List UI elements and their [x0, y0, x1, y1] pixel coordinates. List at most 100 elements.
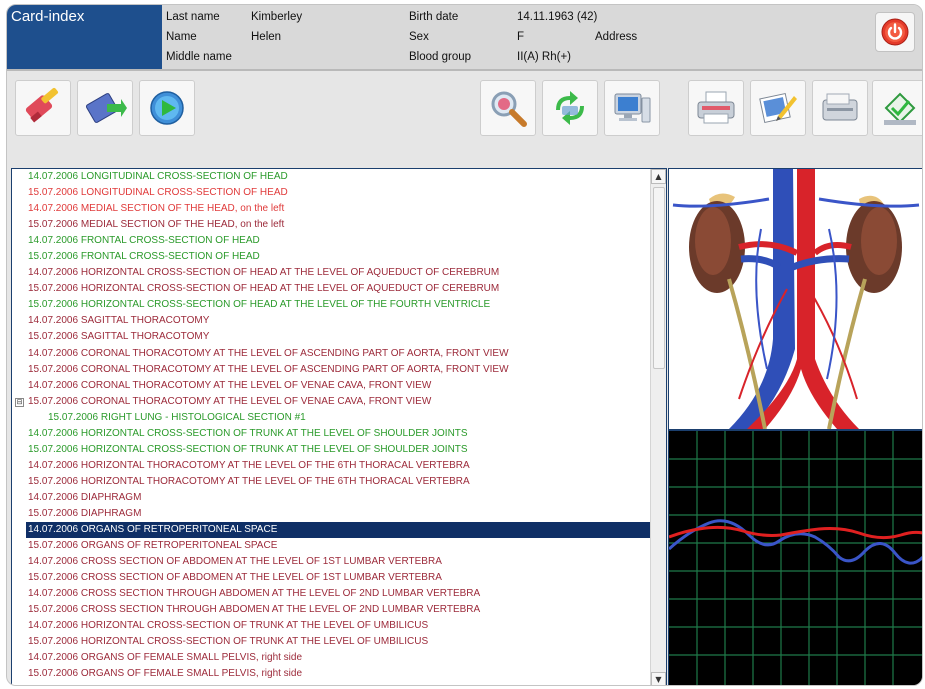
record-row-selected[interactable]: 14.07.2006 ORGANS OF RETROPERITONEAL SPA… — [26, 522, 650, 539]
record-row[interactable]: 15.07.2006 ORGANS OF RETROPERITONEAL SPA… — [12, 538, 650, 554]
record-date: 15.07.2006 — [48, 411, 99, 423]
sex-value: F — [517, 31, 525, 43]
record-title: ORGANS OF RETROPERITONEAL SPACE — [80, 524, 278, 536]
sync-button[interactable] — [542, 80, 598, 136]
record-title: MEDIAL SECTION OF THE HEAD, on the left — [80, 203, 285, 215]
record-row[interactable]: 14.07.2006 HORIZONTAL CROSS-SECTION OF T… — [12, 426, 650, 442]
record-title: HORIZONTAL CROSS-SECTION OF HEAD AT THE … — [80, 283, 500, 295]
record-date: 14.07.2006 — [28, 620, 79, 632]
exit-button[interactable] — [875, 12, 915, 52]
record-date: 14.07.2006 — [28, 315, 79, 327]
edit-image-button[interactable] — [750, 80, 806, 136]
record-row[interactable]: 15.07.2006 HORIZONTAL CROSS-SECTION OF H… — [12, 297, 650, 313]
record-date: 15.07.2006 — [28, 604, 79, 616]
scanner-icon — [822, 93, 858, 121]
play-button[interactable] — [139, 80, 195, 136]
waveform-graph — [668, 430, 922, 685]
record-date: 14.07.2006 — [28, 379, 79, 391]
scroll-thumb[interactable] — [653, 187, 665, 369]
edit-record-button[interactable] — [15, 80, 71, 136]
address-label: Address — [595, 31, 638, 43]
record-row[interactable]: 14.07.2006 SAGITTAL THORACOTOMY — [12, 313, 650, 329]
record-row[interactable]: 14.07.2006 MEDIAL SECTION OF THE HEAD, o… — [12, 201, 650, 217]
record-row[interactable]: 14.07.2006 CORONAL THORACOTOMY AT THE LE… — [12, 378, 650, 394]
record-row[interactable]: 15.07.2006 CROSS SECTION THROUGH ABDOMEN… — [12, 602, 650, 618]
record-row[interactable]: ⊟ 15.07.2006 CORONAL THORACOTOMY AT THE L… — [12, 394, 650, 410]
record-date: 15.07.2006 — [28, 507, 79, 519]
patient-info-panel: Last name Kimberley Name Helen Middle na… — [162, 5, 922, 69]
record-row[interactable]: 14.07.2006 LONGITUDINAL CROSS-SECTION OF… — [12, 169, 650, 185]
record-date: 14.07.2006 — [28, 588, 79, 600]
record-row[interactable]: 15.07.2006 LONGITUDINAL CROSS-SECTION OF… — [12, 185, 650, 201]
record-date: 14.07.2006 — [28, 427, 79, 439]
collapse-toggle-icon[interactable]: ⊟ — [15, 397, 24, 407]
record-title: HORIZONTAL CROSS-SECTION OF TRUNK AT THE… — [80, 620, 429, 632]
record-row[interactable]: 15.07.2006 RIGHT LUNG - HISTOLOGICAL SEC… — [12, 410, 650, 426]
record-row[interactable]: 15.07.2006 CORONAL THORACOTOMY AT THE LE… — [12, 362, 650, 378]
save-icon — [884, 92, 916, 125]
image-edit-icon — [759, 92, 797, 124]
record-title: CORONAL THORACOTOMY AT THE LEVEL OF ASCE… — [80, 347, 509, 359]
record-date: 14.07.2006 — [28, 459, 79, 471]
record-title: FRONTAL CROSS-SECTION OF HEAD — [80, 251, 260, 263]
record-row[interactable]: 14.07.2006 HORIZONTAL CROSS-SECTION OF T… — [12, 618, 650, 634]
search-button[interactable] — [480, 80, 536, 136]
app-title: Card-index — [11, 8, 85, 25]
save-button[interactable] — [872, 80, 922, 136]
record-date: 15.07.2006 — [28, 331, 79, 343]
print-button[interactable] — [688, 80, 744, 136]
record-row[interactable]: 15.07.2006 MEDIAL SECTION OF THE HEAD, o… — [12, 217, 650, 233]
record-date: 15.07.2006 — [28, 187, 79, 199]
record-date: 15.07.2006 — [28, 251, 79, 263]
record-title: MEDIAL SECTION OF THE HEAD, on the left — [80, 219, 285, 231]
record-row[interactable]: 15.07.2006 HORIZONTAL CROSS-SECTION OF H… — [12, 281, 650, 297]
scroll-up-icon[interactable]: ▲ — [651, 169, 666, 184]
record-row[interactable]: 15.07.2006 DIAPHRAGM — [12, 506, 650, 522]
record-title: CROSS SECTION THROUGH ABDOMEN AT THE LEV… — [80, 588, 481, 600]
record-title: CROSS SECTION THROUGH ABDOMEN AT THE LEV… — [80, 604, 481, 616]
app-title-block: Card-index — [7, 5, 162, 69]
record-row[interactable]: 15.07.2006 CROSS SECTION OF ABDOMEN AT T… — [12, 570, 650, 586]
scroll-down-icon[interactable]: ▼ — [651, 672, 666, 685]
record-row[interactable]: 14.07.2006 CROSS SECTION OF ABDOMEN AT T… — [12, 554, 650, 570]
computer-icon — [614, 93, 651, 123]
record-title: HORIZONTAL CROSS-SECTION OF TRUNK AT THE… — [80, 636, 429, 648]
record-date: 14.07.2006 — [28, 524, 79, 536]
record-row[interactable]: 15.07.2006 SAGITTAL THORACOTOMY — [12, 329, 650, 345]
record-date: 15.07.2006 — [28, 283, 79, 295]
record-row[interactable]: 14.07.2006 HORIZONTAL CROSS-SECTION OF H… — [12, 265, 650, 281]
record-title: DIAPHRAGM — [80, 491, 142, 503]
import-media-button[interactable] — [77, 80, 133, 136]
record-date: 14.07.2006 — [28, 267, 79, 279]
printer-icon — [697, 91, 735, 124]
scan-button[interactable] — [812, 80, 868, 136]
record-title: SAGITTAL THORACOTOMY — [80, 315, 210, 327]
record-row[interactable]: 14.07.2006 FRONTAL CROSS-SECTION OF HEAD — [12, 233, 650, 249]
record-row[interactable]: 14.07.2006 DIAPHRAGM — [12, 490, 650, 506]
record-title: CROSS SECTION OF ABDOMEN AT THE LEVEL OF… — [80, 572, 442, 584]
record-row[interactable]: 15.07.2006 HORIZONTAL CROSS-SECTION OF T… — [12, 634, 650, 650]
record-row[interactable]: 15.07.2006 FRONTAL CROSS-SECTION OF HEAD — [12, 249, 650, 265]
record-row[interactable]: 15.07.2006 HORIZONTAL THORACOTOMY AT THE… — [12, 474, 650, 490]
blood-group-value: II(A) Rh(+) — [517, 51, 571, 63]
record-row[interactable]: 14.07.2006 ORGANS OF FEMALE SMALL PELVIS… — [12, 650, 650, 666]
computer-button[interactable] — [604, 80, 660, 136]
record-title: HORIZONTAL CROSS-SECTION OF HEAD AT THE … — [80, 267, 500, 279]
record-title: LONGITUDINAL CROSS-SECTION OF HEAD — [80, 171, 288, 182]
record-row[interactable]: 14.07.2006 HORIZONTAL THORACOTOMY AT THE… — [12, 458, 650, 474]
record-date: 15.07.2006 — [28, 572, 79, 584]
records-list: 14.07.2006 LONGITUDINAL CROSS-SECTION OF… — [12, 169, 650, 685]
records-panel: 14.07.2006 LONGITUDINAL CROSS-SECTION OF… — [11, 168, 667, 685]
record-row[interactable]: 14.07.2006 CROSS SECTION THROUGH ABDOMEN… — [12, 586, 650, 602]
record-title: CORONAL THORACOTOMY AT THE LEVEL OF VENA… — [80, 379, 432, 391]
record-row[interactable]: 15.07.2006 HORIZONTAL CROSS-SECTION OF T… — [12, 442, 650, 458]
record-date: 14.07.2006 — [28, 171, 79, 182]
records-scrollbar[interactable]: ▲ ▼ — [650, 169, 666, 685]
record-title: ORGANS OF RETROPERITONEAL SPACE — [80, 540, 278, 552]
recycle-icon — [556, 91, 584, 125]
record-row[interactable]: 15.07.2006 ORGANS OF FEMALE SMALL PELVIS… — [12, 666, 650, 682]
birth-date-value: 14.11.1963 (42) — [517, 11, 598, 23]
record-row[interactable]: 14.07.2006 CORONAL THORACOTOMY AT THE LE… — [12, 346, 650, 362]
record-title: LONGITUDINAL CROSS-SECTION OF HEAD — [80, 187, 288, 199]
record-title: CORONAL THORACOTOMY AT THE LEVEL OF ASCE… — [80, 363, 509, 375]
